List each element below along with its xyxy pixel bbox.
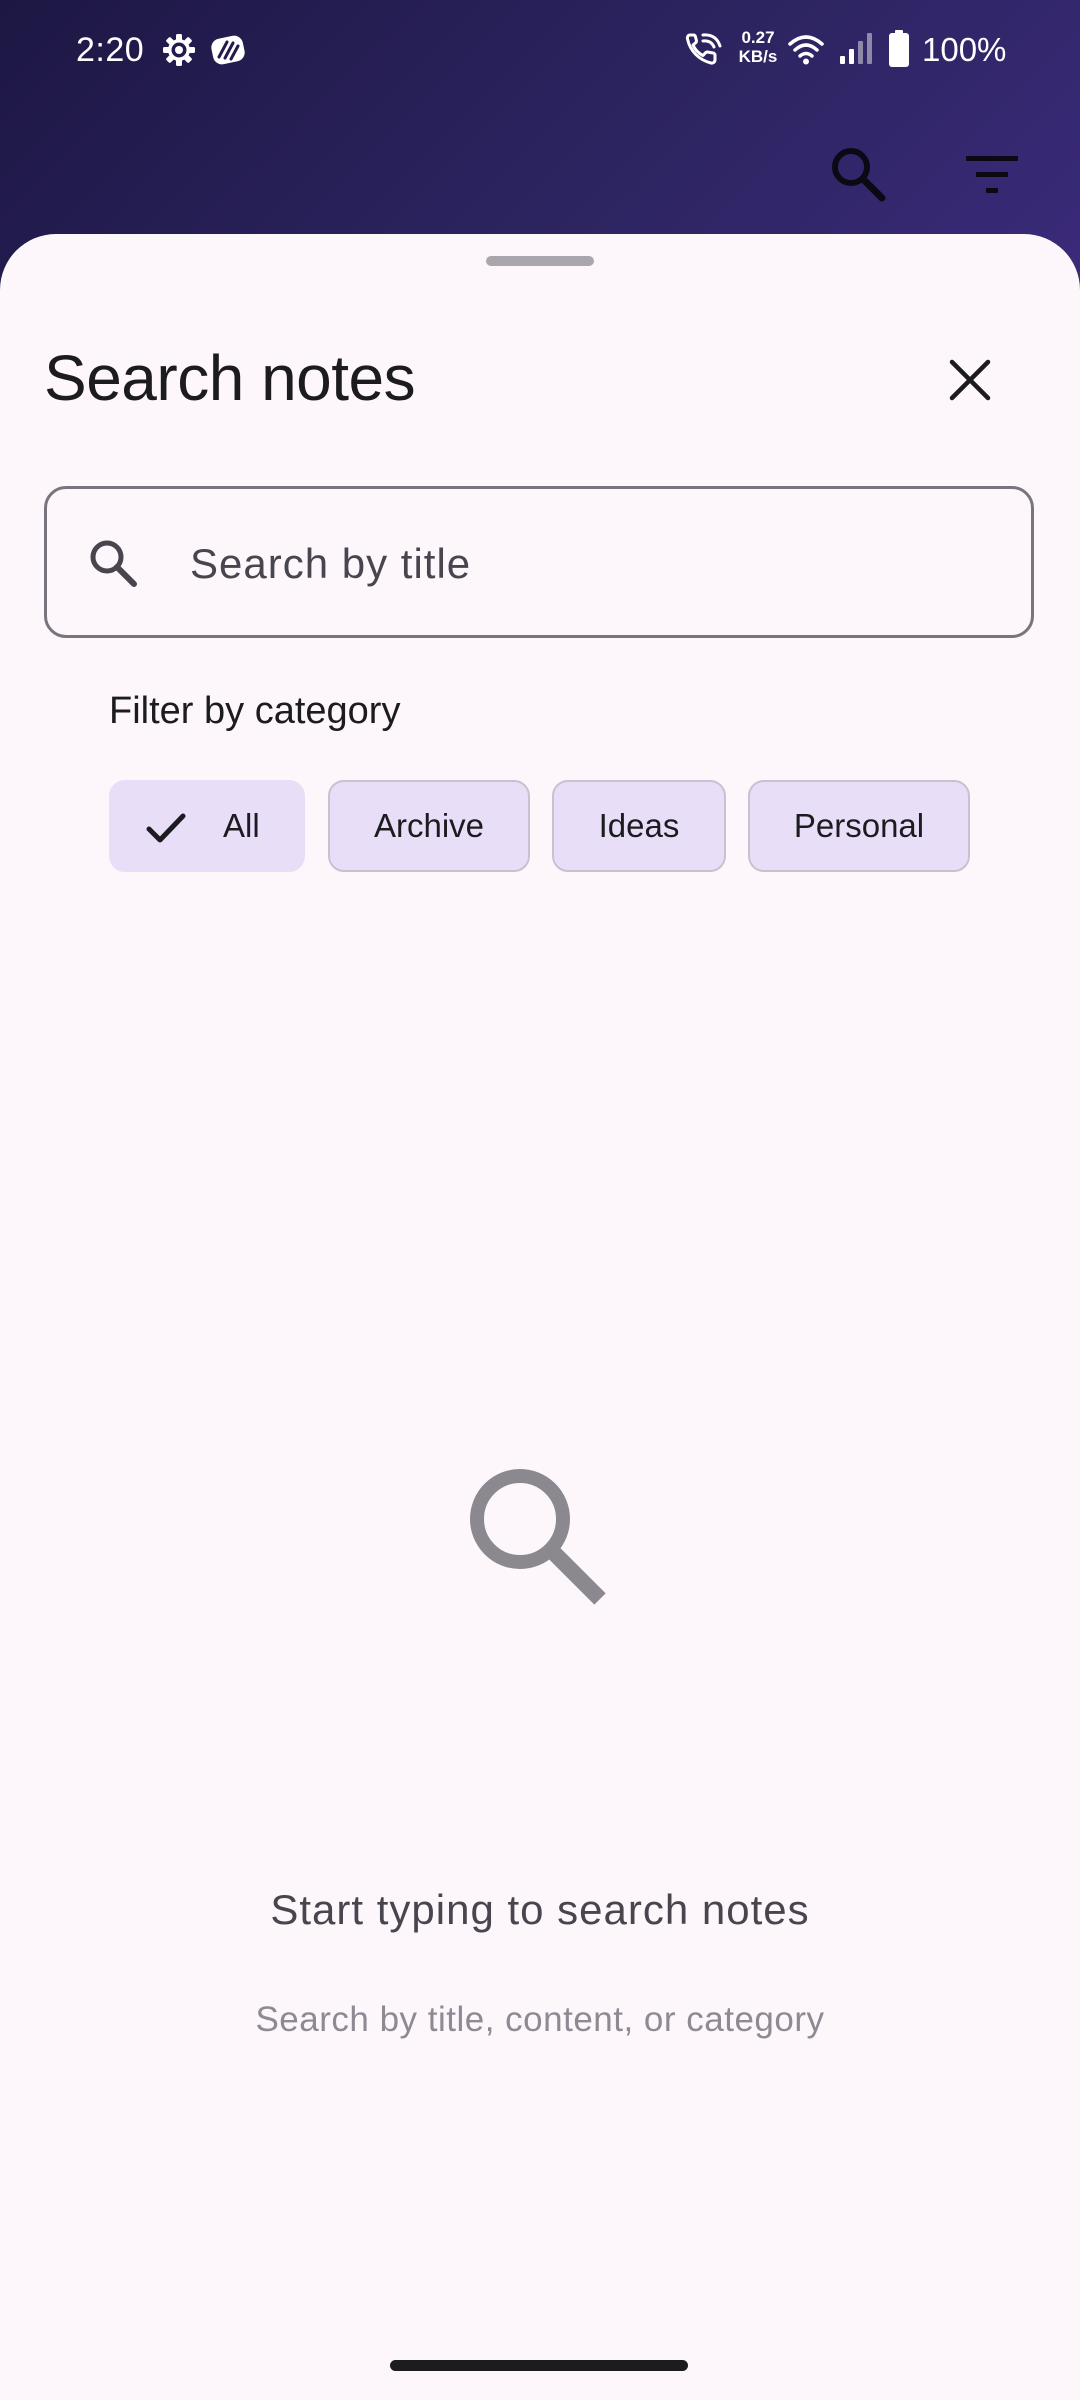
filter-icon[interactable] bbox=[962, 150, 1022, 200]
search-field[interactable] bbox=[44, 486, 1034, 638]
gear-icon bbox=[163, 34, 195, 66]
status-bar: 2:20 0.27 KB/s 100% bbox=[0, 0, 1080, 100]
search-icon bbox=[90, 540, 137, 587]
chip-label: Personal bbox=[793, 807, 925, 844]
wifi-icon bbox=[788, 35, 824, 65]
chip-archive[interactable]: Archive bbox=[328, 780, 530, 872]
net-speed-unit: KB/s bbox=[738, 47, 778, 66]
wifi-call-icon bbox=[685, 33, 722, 65]
close-button[interactable] bbox=[930, 340, 1010, 420]
drag-handle[interactable] bbox=[486, 256, 594, 266]
gesture-navigation-bar[interactable] bbox=[390, 2360, 688, 2371]
app-notification-icon bbox=[211, 35, 245, 65]
net-speed: 0.27 KB/s bbox=[732, 28, 784, 66]
empty-state-title: Start typing to search notes bbox=[270, 1886, 810, 1933]
filter-label: Filter by category bbox=[109, 690, 401, 732]
search-icon[interactable] bbox=[826, 142, 890, 206]
chip-label: All bbox=[223, 807, 260, 844]
check-icon bbox=[146, 813, 186, 843]
signal-icon bbox=[840, 33, 872, 64]
chip-ideas[interactable]: Ideas bbox=[552, 780, 726, 872]
sheet-title: Search notes bbox=[44, 342, 416, 414]
search-icon bbox=[470, 1469, 606, 1605]
chip-all[interactable]: All bbox=[109, 780, 305, 872]
empty-state-subtitle: Search by title, content, or category bbox=[255, 2000, 825, 2039]
chip-personal[interactable]: Personal bbox=[748, 780, 970, 872]
search-bottom-sheet: Search notes Filter by category All Arch… bbox=[0, 234, 1080, 2400]
chip-label: Ideas bbox=[598, 807, 680, 844]
net-speed-value: 0.27 bbox=[741, 28, 775, 47]
search-input[interactable] bbox=[188, 533, 992, 595]
battery-percentage: 100% bbox=[922, 31, 1007, 68]
status-time: 2:20 bbox=[76, 31, 145, 69]
battery-icon bbox=[889, 30, 909, 67]
close-icon bbox=[949, 359, 991, 401]
chip-label: Archive bbox=[373, 807, 485, 844]
